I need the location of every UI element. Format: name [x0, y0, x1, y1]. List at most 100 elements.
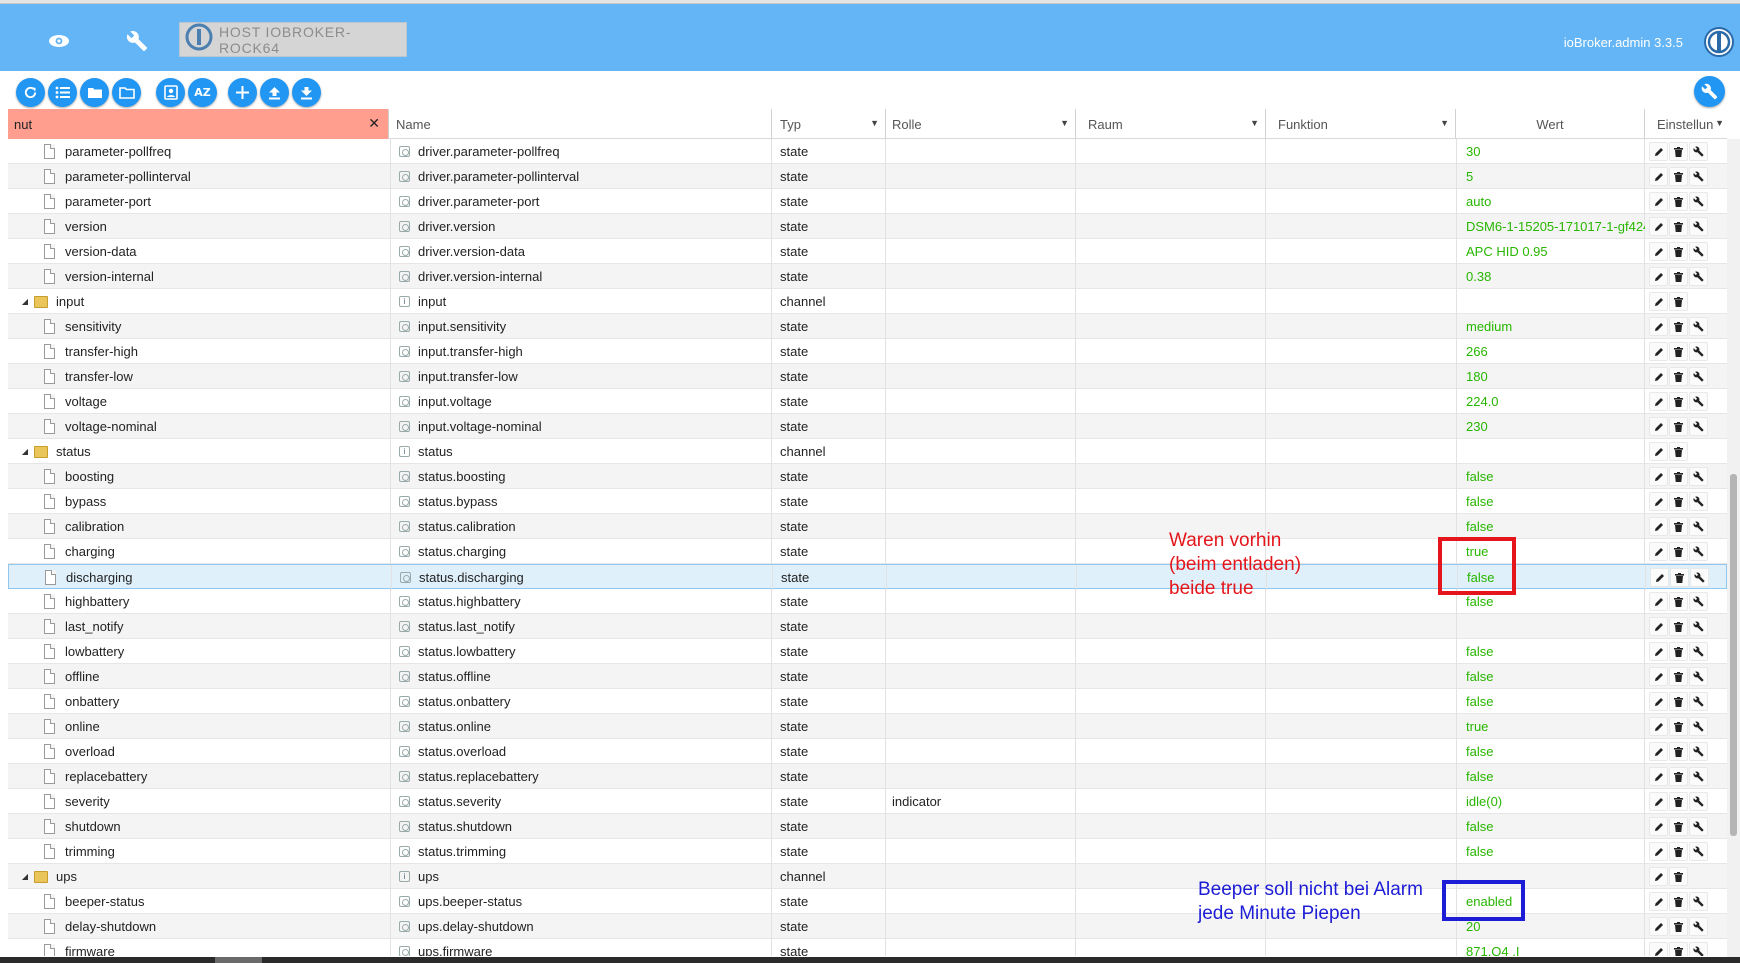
value-cell[interactable]: 871.O4 .I — [1457, 939, 1645, 956]
table-row[interactable]: version-data driver.version-data state APC … — [8, 239, 1727, 264]
value-cell[interactable]: APC HID 0.95 — [1457, 239, 1645, 264]
id-cell[interactable]: calibration — [8, 514, 390, 539]
iobroker-brand-icon[interactable] — [1703, 26, 1735, 63]
table-row[interactable]: overload status.overload state false — [8, 739, 1727, 764]
value-cell[interactable]: auto — [1457, 189, 1645, 214]
edit-icon[interactable] — [1649, 592, 1668, 611]
settings-icon[interactable] — [1689, 617, 1708, 636]
column-header-rolle[interactable]: Rolle ▼ — [886, 109, 1076, 139]
download-icon[interactable] — [292, 78, 321, 107]
delete-icon[interactable] — [1669, 467, 1688, 486]
edit-icon[interactable] — [1649, 242, 1668, 261]
settings-icon[interactable] — [1690, 568, 1709, 587]
delete-icon[interactable] — [1669, 667, 1688, 686]
id-cell[interactable]: voltage — [8, 389, 390, 414]
edit-icon[interactable] — [1649, 667, 1668, 686]
edit-icon[interactable] — [1649, 792, 1668, 811]
table-row[interactable]: bypass status.bypass state false — [8, 489, 1727, 514]
table-row[interactable]: voltage input.voltage state 224.0 — [8, 389, 1727, 414]
delete-icon[interactable] — [1669, 792, 1688, 811]
id-cell[interactable]: lowbattery — [8, 639, 390, 664]
sort-az-icon[interactable]: AZ — [188, 78, 217, 107]
edit-icon[interactable] — [1649, 342, 1668, 361]
settings-icon[interactable] — [1689, 192, 1708, 211]
edit-icon[interactable] — [1649, 317, 1668, 336]
table-row[interactable]: online status.online state true — [8, 714, 1727, 739]
id-cell[interactable]: delay-shutdown — [8, 914, 390, 939]
table-row[interactable]: version driver.version state DSM6-1-15205-1… — [8, 214, 1727, 239]
edit-icon[interactable] — [1649, 892, 1668, 911]
value-cell[interactable]: false — [1457, 464, 1645, 489]
value-cell[interactable]: 0.38 — [1457, 264, 1645, 289]
table-row[interactable]: lowbattery status.lowbattery state false — [8, 639, 1727, 664]
delete-icon[interactable] — [1669, 817, 1688, 836]
table-row[interactable]: last_notify status.last_notify state — [8, 614, 1727, 639]
settings-icon[interactable] — [1689, 517, 1708, 536]
settings-icon[interactable] — [1689, 242, 1708, 261]
edit-icon[interactable] — [1649, 367, 1668, 386]
edit-icon[interactable] — [1649, 417, 1668, 436]
delete-icon[interactable] — [1669, 442, 1688, 461]
id-cell[interactable]: onbattery — [8, 689, 390, 714]
vertical-scrollbar[interactable] — [1727, 139, 1740, 959]
value-cell[interactable]: DSM6-1-15205-171017-1-gf424b — [1457, 214, 1645, 239]
upload-icon[interactable] — [260, 78, 289, 107]
id-cell[interactable]: boosting — [8, 464, 390, 489]
settings-icon[interactable] — [1689, 767, 1708, 786]
id-cell[interactable]: discharging — [9, 565, 391, 590]
id-cell[interactable]: beeper-status — [8, 889, 390, 914]
value-cell[interactable]: true — [1457, 714, 1645, 739]
delete-icon[interactable] — [1669, 592, 1688, 611]
wrench-icon[interactable] — [122, 26, 152, 56]
value-cell[interactable]: 30 — [1457, 139, 1645, 164]
edit-icon[interactable] — [1649, 867, 1668, 886]
value-cell[interactable]: 230 — [1457, 414, 1645, 439]
id-cell[interactable]: ◢ status — [8, 439, 390, 464]
delete-icon[interactable] — [1669, 892, 1688, 911]
id-cell[interactable]: charging — [8, 539, 390, 564]
edit-icon[interactable] — [1649, 842, 1668, 861]
value-cell[interactable]: 224.0 — [1457, 389, 1645, 414]
refresh-icon[interactable] — [16, 78, 45, 107]
delete-icon[interactable] — [1669, 492, 1688, 511]
edit-icon[interactable] — [1649, 267, 1668, 286]
delete-icon[interactable] — [1669, 517, 1688, 536]
edit-icon[interactable] — [1649, 217, 1668, 236]
column-header-funktion[interactable]: Funktion ▼ — [1266, 109, 1456, 139]
settings-icon[interactable] — [1689, 467, 1708, 486]
edit-icon[interactable] — [1649, 142, 1668, 161]
delete-icon[interactable] — [1669, 642, 1688, 661]
value-cell[interactable]: false — [1457, 514, 1645, 539]
edit-icon[interactable] — [1649, 917, 1668, 936]
settings-icon[interactable] — [1689, 892, 1708, 911]
list-icon[interactable] — [48, 78, 77, 107]
settings-icon[interactable] — [1689, 642, 1708, 661]
table-row[interactable]: sensitivity input.sensitivity state medium — [8, 314, 1727, 339]
table-row-channel[interactable]: ◢ input i input channel — [8, 289, 1727, 314]
value-cell[interactable]: 266 — [1457, 339, 1645, 364]
value-cell[interactable] — [1457, 614, 1645, 639]
expand-triangle-icon[interactable]: ◢ — [16, 297, 34, 306]
value-cell[interactable]: 180 — [1457, 364, 1645, 389]
id-cell[interactable]: online — [8, 714, 390, 739]
column-header-einstellungen[interactable]: Einstellun ▼ — [1645, 109, 1727, 139]
edit-icon[interactable] — [1649, 292, 1668, 311]
eye-icon[interactable] — [44, 26, 74, 56]
delete-icon[interactable] — [1669, 367, 1688, 386]
value-cell[interactable]: false — [1457, 689, 1645, 714]
edit-icon[interactable] — [1649, 642, 1668, 661]
delete-icon[interactable] — [1669, 542, 1688, 561]
edit-icon[interactable] — [1649, 717, 1668, 736]
vertical-scroll-thumb[interactable] — [1730, 474, 1737, 836]
id-cell[interactable]: offline — [8, 664, 390, 689]
id-filter-input[interactable]: nut ✕ — [8, 109, 389, 139]
settings-wrench-icon[interactable] — [1694, 76, 1725, 107]
value-cell[interactable]: 5 — [1457, 164, 1645, 189]
delete-icon[interactable] — [1669, 717, 1688, 736]
settings-icon[interactable] — [1689, 917, 1708, 936]
delete-icon[interactable] — [1669, 192, 1688, 211]
table-row[interactable]: parameter-pollinterval driver.parameter-p… — [8, 164, 1727, 189]
edit-icon[interactable] — [1649, 942, 1668, 956]
id-cell[interactable]: transfer-low — [8, 364, 390, 389]
delete-icon[interactable] — [1669, 392, 1688, 411]
